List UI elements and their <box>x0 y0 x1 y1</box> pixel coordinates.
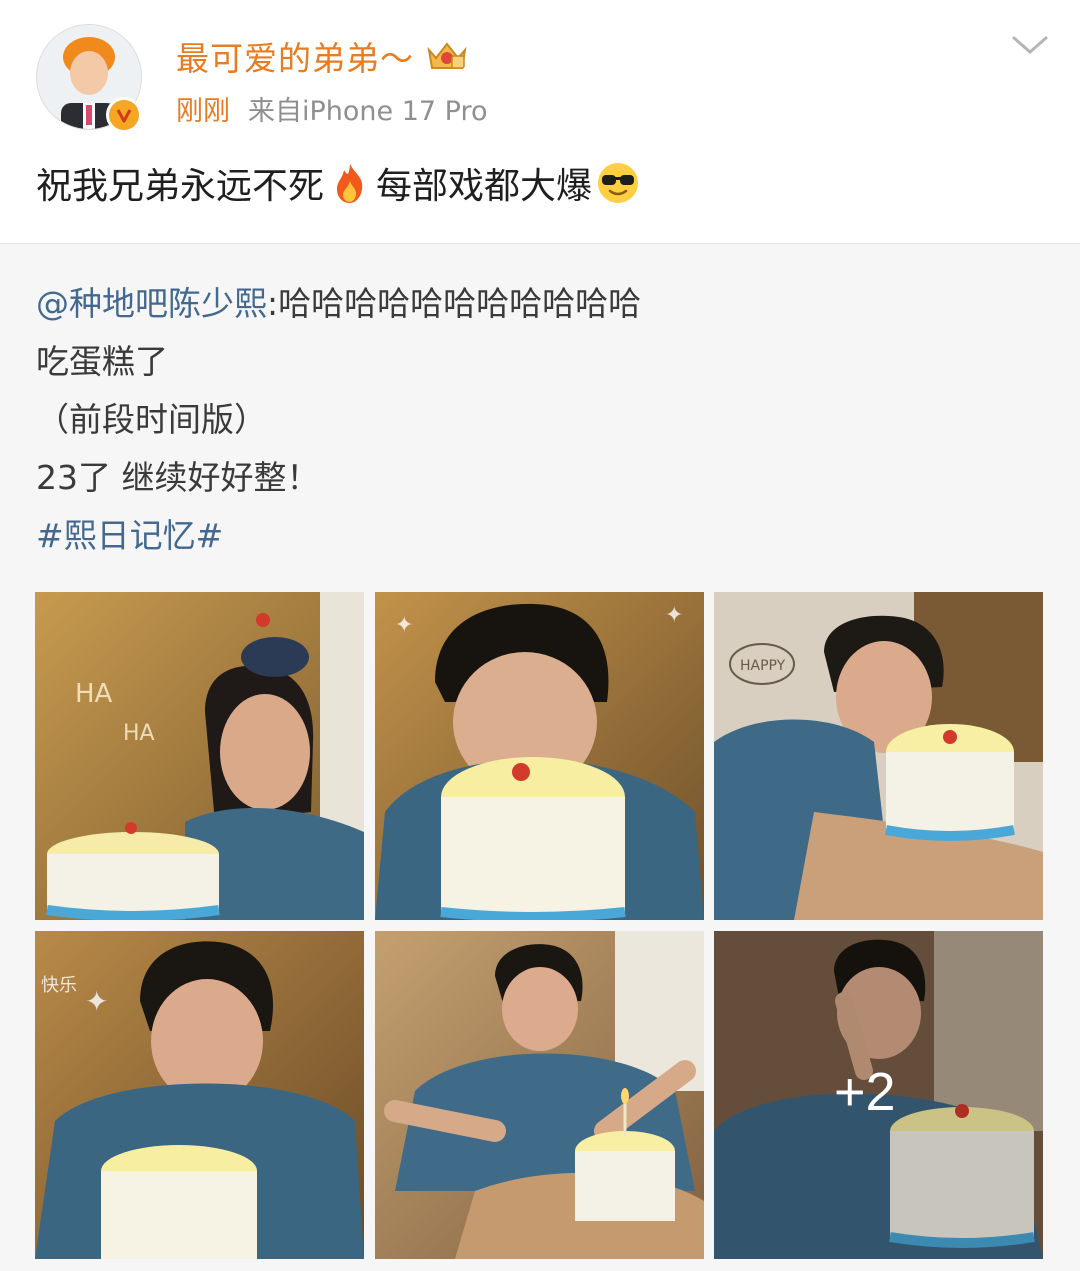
verified-badge-icon <box>106 97 142 133</box>
photo-thumbnail[interactable]: ✦ 快乐 <box>35 931 364 1259</box>
repost-line-1-text: :哈哈哈哈哈哈哈哈哈哈哈 <box>267 284 642 323</box>
post-time: 刚刚 <box>176 95 230 127</box>
post-meta: 刚刚 来自iPhone 17 Pro <box>176 88 488 128</box>
photo-thumbnail[interactable]: HA HA <box>35 592 364 920</box>
more-photos-count: +2 <box>834 1062 896 1122</box>
photo-grid: HA HA ✦ ✦ HAPPY ✦ 快乐 +2 <box>35 592 1043 1259</box>
svg-text:HA: HA <box>123 721 155 746</box>
crown-vip-icon[interactable] <box>424 38 470 74</box>
svg-text:✦: ✦ <box>665 603 683 628</box>
username-row: 最可爱的弟弟～ <box>176 30 470 82</box>
svg-text:快乐: 快乐 <box>41 975 77 996</box>
photo-thumbnail[interactable] <box>375 931 704 1259</box>
repost-line-4: 23了 继续好好整！ <box>36 458 320 497</box>
username[interactable]: 最可爱的弟弟～ <box>176 32 414 80</box>
photo-thumbnail[interactable]: HAPPY <box>714 592 1043 920</box>
post-text: 祝我兄弟永远不死 每部戏都大爆 <box>36 150 644 216</box>
post-text-part2: 每部戏都大爆 <box>376 166 593 207</box>
photo-thumbnail[interactable]: ✦ ✦ <box>375 592 704 920</box>
post-text-part1: 祝我兄弟永远不死 <box>36 166 325 207</box>
repost-line-2: 吃蛋糕了 <box>36 342 168 381</box>
hashtag-link[interactable]: #熙日记忆# <box>36 512 223 560</box>
svg-text:✦: ✦ <box>395 613 413 638</box>
post-source: 来自iPhone 17 Pro <box>248 95 488 127</box>
mention-link[interactable]: @种地吧陈少熙 <box>36 284 267 323</box>
repost-block[interactable]: @种地吧陈少熙:哈哈哈哈哈哈哈哈哈哈哈 吃蛋糕了 （前段时间版） 23了 继续好… <box>0 244 1080 1271</box>
sunglasses-emoji-icon <box>598 163 639 203</box>
chevron-down-icon[interactable] <box>1010 32 1050 60</box>
weibo-post: 最可爱的弟弟～ 刚刚 来自iPhone 17 Pro 祝我兄弟永远不死 每部戏都… <box>0 0 1080 1271</box>
fire-emoji-icon <box>337 164 363 203</box>
post-header: 最可爱的弟弟～ 刚刚 来自iPhone 17 Pro 祝我兄弟永远不死 每部戏都… <box>0 0 1080 244</box>
photo-thumbnail-more[interactable]: +2 <box>714 931 1043 1259</box>
repost-line-3: （前段时间版） <box>36 400 267 439</box>
svg-text:✦: ✦ <box>85 985 108 1018</box>
repost-line-1: @种地吧陈少熙:哈哈哈哈哈哈哈哈哈哈哈 <box>36 280 641 328</box>
svg-text:HAPPY: HAPPY <box>740 658 786 674</box>
svg-text:HA: HA <box>75 679 113 709</box>
